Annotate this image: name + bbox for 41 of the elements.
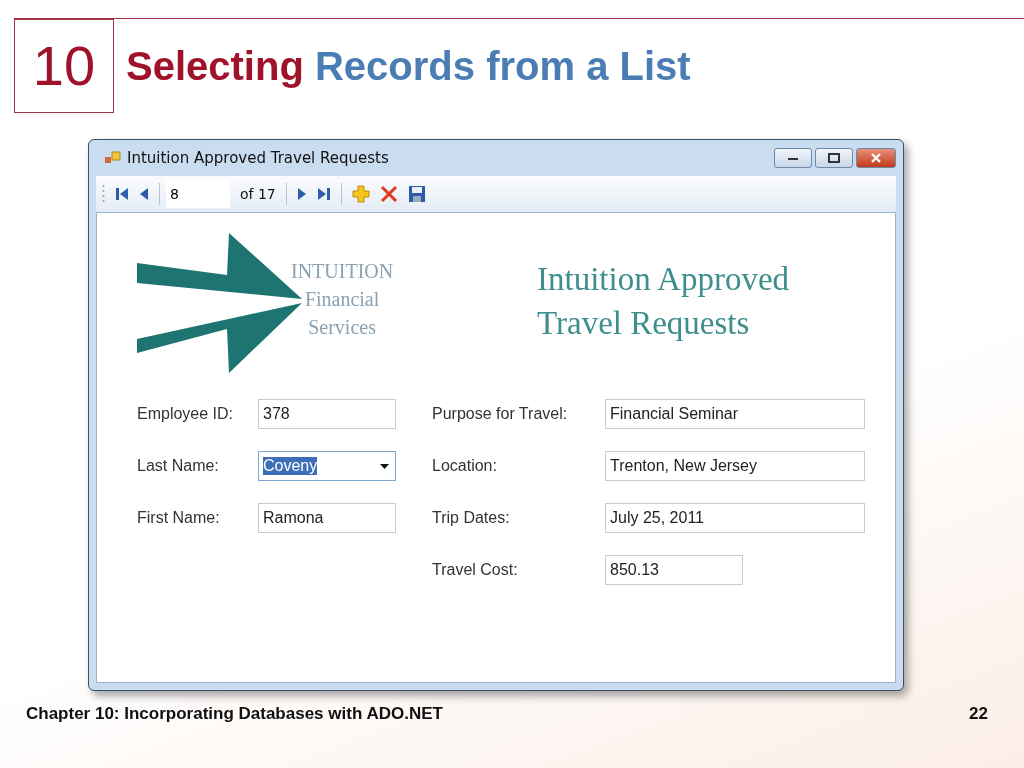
chapter-number: 10 [14,18,114,113]
input-field[interactable]: 850.13 [605,555,743,585]
logo-text: Financial [304,287,380,312]
dropdown-field[interactable]: Coveny [258,451,396,481]
form-heading: Intuition Approved [537,260,790,299]
field-label: Employee ID: [137,405,235,423]
logo-text: Services [308,315,376,340]
minimize-icon [787,155,799,161]
save-icon[interactable] [407,185,426,203]
close-button[interactable] [856,148,896,168]
delete-icon[interactable] [379,185,398,203]
window-title: Intuition Approved Travel Requests [127,149,389,167]
minimize-button[interactable] [774,148,812,168]
field-label: Purpose for Travel: [432,405,569,423]
field-label: Last Name: [137,457,220,475]
input-field[interactable]: Trenton, New Jersey [605,451,865,481]
close-icon [870,153,882,163]
field-label: Travel Cost: [432,561,519,579]
app-icon [105,151,121,165]
page-number: 22 [969,704,988,725]
slide-title: Selecting Records from a List [126,43,691,89]
move-next-icon[interactable] [296,186,307,202]
logo-text: INTUITION [291,259,394,284]
input-field[interactable]: Ramona [258,503,396,533]
move-first-icon[interactable] [115,186,129,202]
input-field[interactable]: 378 [258,399,396,429]
maximize-button[interactable] [815,148,853,168]
grip-icon [102,183,105,205]
field-label: First Name: [137,509,221,527]
form-heading: Travel Requests [537,304,751,343]
field-label: Location: [432,457,498,475]
dropdown-caret-icon[interactable] [380,463,389,469]
record-count: of 17 [240,186,276,202]
input-field[interactable]: Financial Seminar [605,399,865,429]
move-last-icon[interactable] [316,186,331,202]
field-label: Trip Dates: [432,509,511,527]
slide-footer: Chapter 10: Incorporating Databases with ADO.NET [26,704,443,768]
input-field[interactable]: July 25, 2011 [605,503,865,533]
position-field[interactable]: 8 [166,180,230,208]
move-previous-icon[interactable] [139,186,149,202]
maximize-icon [828,153,840,163]
